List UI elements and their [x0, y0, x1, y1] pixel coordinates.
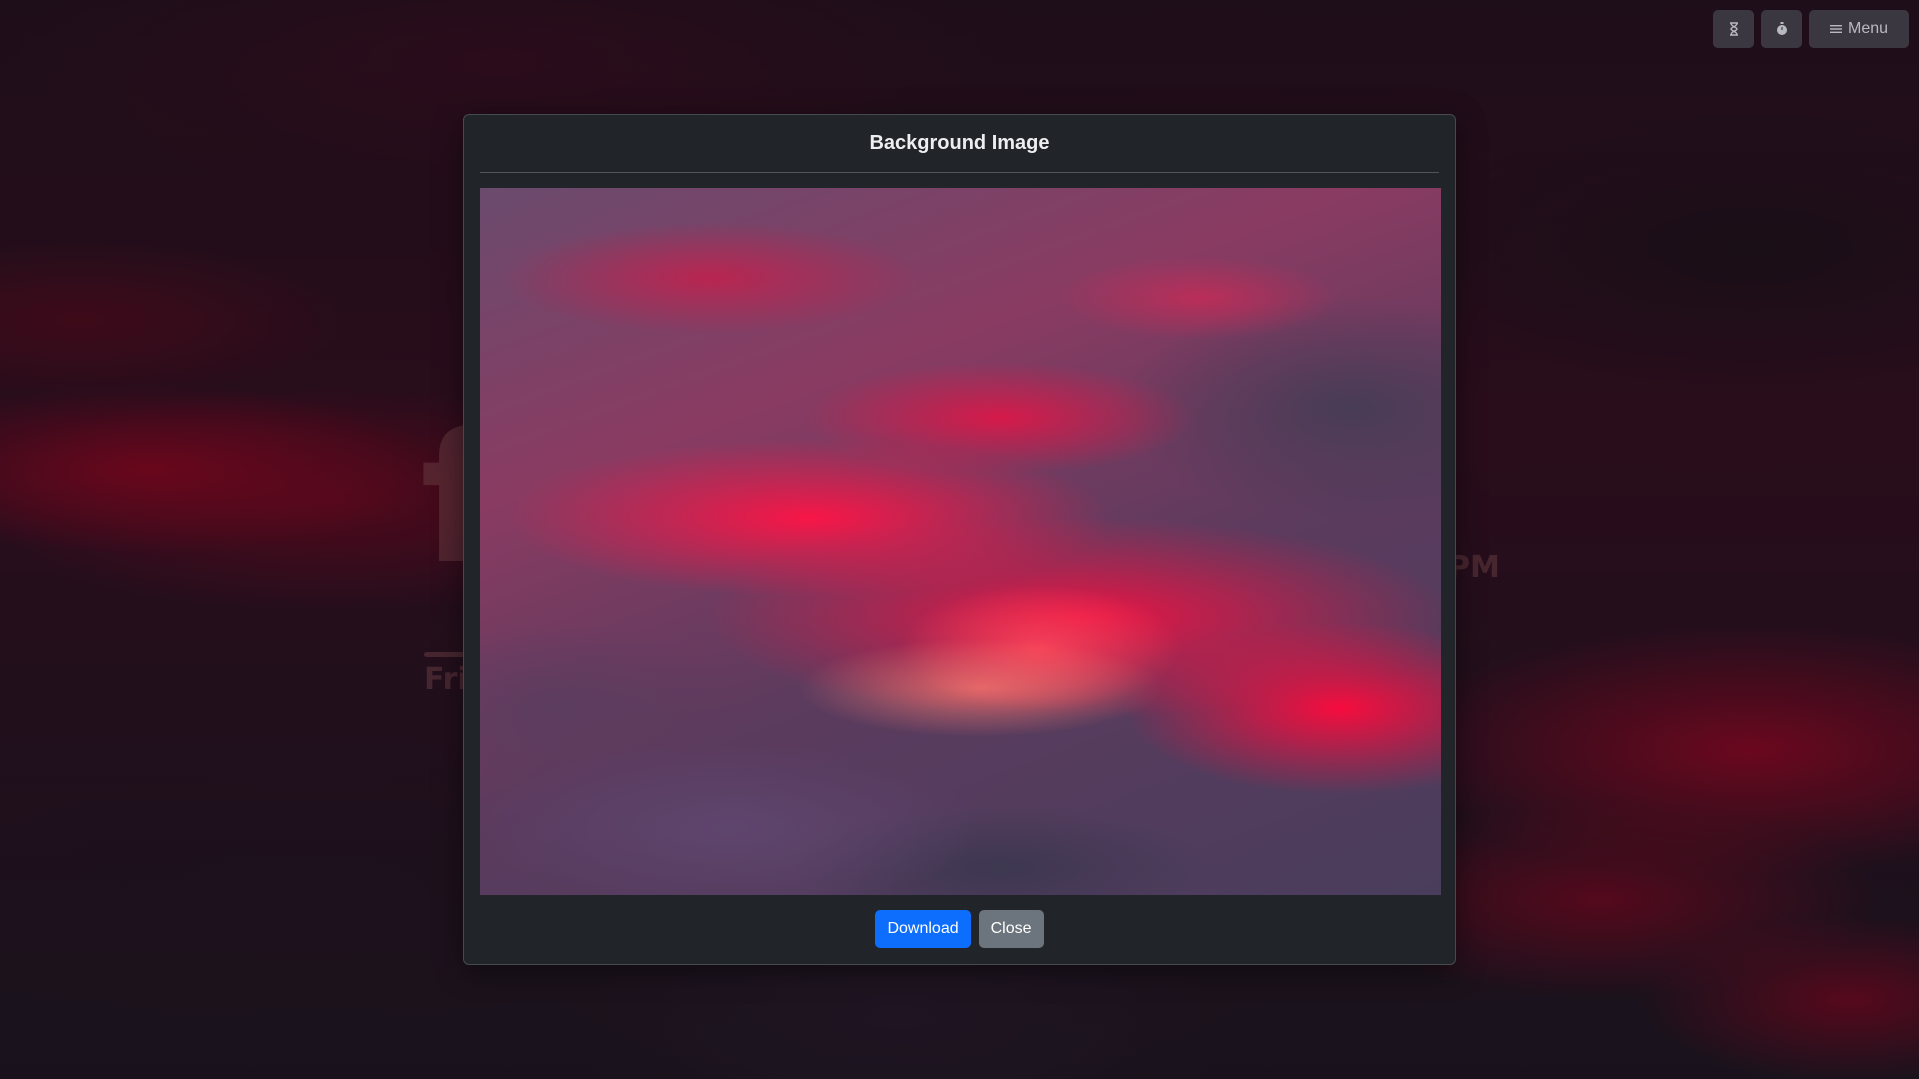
top-toolbar: Menu: [1713, 10, 1909, 48]
close-button[interactable]: Close: [978, 910, 1044, 948]
hamburger-icon: [1829, 24, 1842, 34]
stopwatch-button[interactable]: [1761, 10, 1802, 48]
background-image-preview: [480, 188, 1441, 895]
timer-button[interactable]: [1713, 10, 1754, 48]
background-image-modal: Background Image Download Close: [463, 114, 1456, 965]
modal-footer: Download Close: [464, 910, 1455, 950]
modal-header: Background Image: [480, 115, 1439, 173]
menu-button[interactable]: Menu: [1809, 10, 1909, 48]
modal-title: Background Image: [869, 132, 1050, 154]
stopwatch-icon: [1776, 22, 1788, 36]
menu-label: Menu: [1847, 20, 1889, 37]
page: f PM Fri Menu Background Image Download …: [0, 0, 1919, 1079]
download-button[interactable]: Download: [875, 910, 971, 948]
hourglass-icon: [1729, 22, 1739, 36]
